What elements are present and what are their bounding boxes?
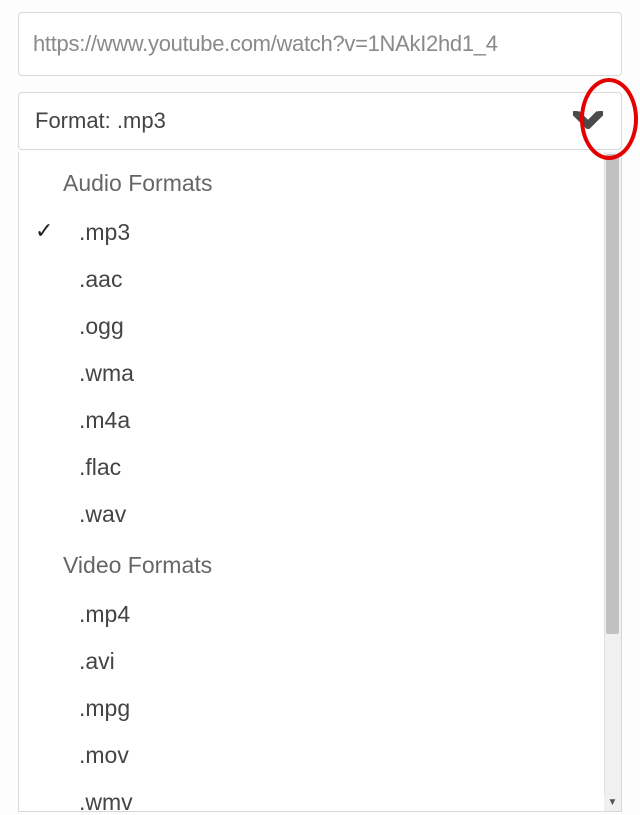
format-option-aac[interactable]: .aac: [63, 256, 621, 303]
format-option-flac[interactable]: .flac: [63, 444, 621, 491]
format-option-m4a[interactable]: .m4a: [63, 397, 621, 444]
format-option-wmv[interactable]: .wmv: [63, 779, 621, 812]
group-header-audio: Audio Formats: [63, 170, 621, 197]
option-label: .wmv: [79, 789, 133, 812]
option-label: .mpg: [79, 695, 130, 722]
format-option-wav[interactable]: .wav: [63, 491, 621, 538]
option-label: .ogg: [79, 313, 124, 340]
url-input[interactable]: [18, 12, 622, 76]
format-option-avi[interactable]: .avi: [63, 638, 621, 685]
format-option-mpg[interactable]: .mpg: [63, 685, 621, 732]
option-label: .m4a: [79, 407, 130, 434]
option-label: .mp4: [79, 601, 130, 628]
format-selected-label: Format: .mp3: [35, 108, 166, 134]
group-header-video: Video Formats: [63, 552, 621, 579]
format-dropdown-toggle[interactable]: Format: .mp3: [18, 92, 622, 150]
chevron-down-icon: [571, 107, 605, 135]
option-label: .avi: [79, 648, 115, 675]
format-option-mp3[interactable]: ✓ .mp3: [63, 209, 621, 256]
option-label: .mp3: [79, 219, 130, 246]
scrollbar-thumb[interactable]: [606, 154, 619, 634]
check-icon: ✓: [35, 218, 53, 244]
scrollbar-down-icon[interactable]: ▼: [604, 794, 621, 811]
format-option-ogg[interactable]: .ogg: [63, 303, 621, 350]
format-dropdown-list: Audio Formats ✓ .mp3 .aac .ogg .wma .m4a…: [18, 152, 622, 812]
option-label: .aac: [79, 266, 122, 293]
format-option-mov[interactable]: .mov: [63, 732, 621, 779]
option-label: .flac: [79, 454, 121, 481]
format-option-mp4[interactable]: .mp4: [63, 591, 621, 638]
scrollbar-track[interactable]: ▼: [604, 152, 621, 811]
format-option-wma[interactable]: .wma: [63, 350, 621, 397]
option-label: .wma: [79, 360, 134, 387]
option-label: .wav: [79, 501, 126, 528]
option-label: .mov: [79, 742, 129, 769]
